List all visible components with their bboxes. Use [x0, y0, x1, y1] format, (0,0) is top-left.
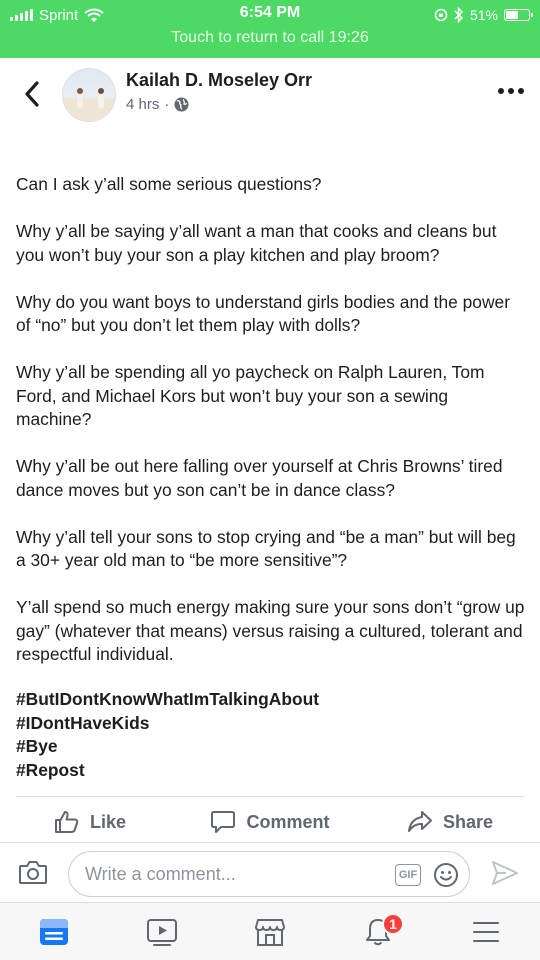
post-paragraph: Why y’all be out here falling over yours… — [16, 456, 503, 500]
send-button[interactable] — [490, 859, 520, 892]
tab-watch[interactable] — [108, 903, 216, 960]
comment-label: Comment — [246, 811, 330, 832]
post-header: Kailah D. Moseley Orr 4 hrs · — [0, 58, 540, 140]
avatar[interactable] — [62, 68, 116, 122]
hashtag-link[interactable]: #ButIDontKnowWhatImTalkingAbout — [16, 688, 319, 712]
share-label: Share — [442, 811, 494, 832]
post-time[interactable]: 4 hrs — [126, 96, 159, 113]
battery-level — [506, 11, 519, 19]
like-button[interactable]: Like — [0, 800, 180, 844]
hashtag-link[interactable]: #Bye — [16, 735, 319, 759]
tab-marketplace[interactable] — [216, 903, 324, 960]
like-label: Like — [89, 811, 127, 832]
tab-bar: 1 — [0, 902, 540, 960]
post-paragraph: Why do you want boys to understand girls… — [16, 291, 510, 336]
hashtag-list: #ButIDontKnowWhatImTalkingAbout #IDontHa… — [16, 688, 319, 782]
hashtag-link[interactable]: #Repost — [16, 759, 319, 783]
author-name[interactable]: Kailah D. Moseley Orr — [126, 70, 312, 91]
menu-icon — [473, 921, 499, 942]
thumbs-up-icon — [54, 811, 79, 833]
divider — [16, 796, 524, 797]
globe-icon — [174, 97, 189, 112]
news-feed-icon — [40, 918, 68, 945]
status-bar: Sprint 6:54 PM 51% Touch to return to ca… — [0, 0, 540, 58]
orientation-lock-icon — [434, 8, 448, 22]
share-button[interactable]: Share — [360, 800, 540, 844]
tab-news-feed[interactable] — [0, 903, 108, 960]
status-indicators: 51% — [434, 5, 533, 25]
post-actions: Like Comment Share — [0, 800, 540, 844]
post-paragraph: Y’all spend so much energy making sure y… — [16, 597, 525, 664]
tab-menu[interactable] — [432, 903, 540, 960]
gif-button[interactable]: GIF — [395, 864, 421, 886]
comment-bar: GIF — [0, 842, 540, 902]
tab-notifications[interactable]: 1 — [324, 903, 432, 960]
post-paragraph: Can I ask y’all some serious questions? — [16, 174, 322, 194]
return-to-call-banner[interactable]: Touch to return to call 19:26 — [0, 29, 540, 47]
more-options-icon[interactable] — [498, 88, 524, 94]
post-paragraph: Why y’all be saying y’all want a man tha… — [16, 221, 497, 265]
camera-button[interactable] — [18, 859, 48, 890]
emoji-icon — [434, 863, 458, 887]
comment-input[interactable] — [85, 852, 385, 896]
avatar-photo — [63, 88, 115, 121]
post-paragraph: Why y’all tell your sons to stop crying … — [16, 526, 516, 571]
post-text: Can I ask y’all some serious questions? … — [16, 173, 526, 690]
hashtag-link[interactable]: #IDontHaveKids — [16, 712, 319, 736]
comment-field[interactable]: GIF — [68, 851, 470, 897]
send-icon — [492, 861, 518, 885]
camera-icon — [19, 861, 47, 884]
bluetooth-icon — [454, 7, 464, 23]
meta-separator: · — [164, 96, 170, 113]
battery-percent: 51% — [469, 7, 498, 23]
post-meta: 4 hrs · — [126, 96, 189, 113]
battery-icon — [504, 9, 533, 21]
back-button[interactable] — [18, 78, 46, 110]
chevron-left-icon — [25, 81, 39, 107]
watch-icon — [147, 918, 177, 946]
comment-icon — [211, 811, 236, 833]
emoji-button[interactable] — [433, 862, 459, 893]
notification-badge: 1 — [382, 913, 404, 935]
post-paragraph: Why y’all be spending all yo paycheck on… — [16, 362, 485, 429]
marketplace-icon — [255, 918, 285, 946]
comment-button[interactable]: Comment — [180, 800, 360, 844]
share-icon — [407, 811, 432, 832]
